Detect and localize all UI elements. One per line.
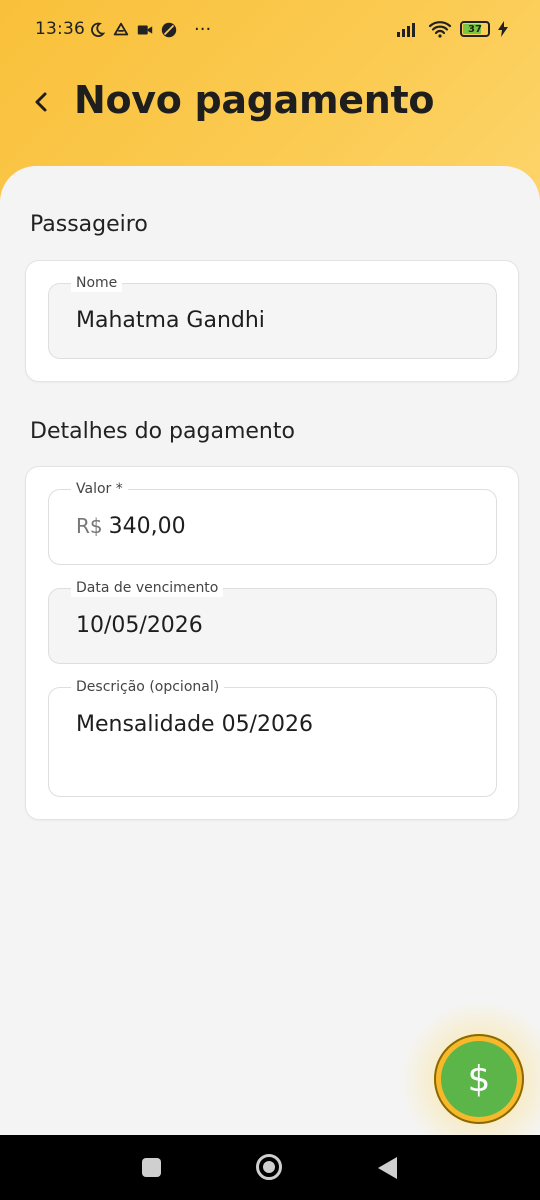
description-field[interactable]: Descrição (opcional) Mensalidade 05/2026 <box>48 678 497 797</box>
pay-button[interactable]: $ <box>434 1034 524 1124</box>
due-date-label: Data de vencimento <box>71 579 224 597</box>
name-label: Nome <box>71 274 123 292</box>
payment-card: Valor * R$ 340,00 Data de vencimento 10/0… <box>25 466 519 820</box>
signal-icon <box>397 23 415 37</box>
description-label: Descrição (opcional) <box>71 678 225 696</box>
chevron-left-icon <box>35 92 47 112</box>
charging-icon <box>498 21 508 37</box>
back-button[interactable] <box>26 86 58 118</box>
dollar-icon: $ <box>441 1041 517 1117</box>
status-bar: 13:36 ··· 37 <box>0 0 540 60</box>
video-icon <box>137 25 153 34</box>
description-value: Mensalidade 05/2026 <box>76 712 313 737</box>
battery-icon: 37 <box>460 21 490 37</box>
currency-prefix: R$ <box>76 514 103 538</box>
wifi-icon <box>428 21 452 38</box>
vpn-icon <box>161 22 177 37</box>
home-icon[interactable] <box>256 1154 282 1180</box>
due-date-field[interactable]: Data de vencimento 10/05/2026 <box>48 579 497 664</box>
payment-section-title: Detalhes do pagamento <box>30 419 295 444</box>
content-sheet: Passageiro Nome Mahatma Gandhi Detalhes … <box>0 166 540 1136</box>
passenger-card: Nome Mahatma Gandhi <box>25 260 519 382</box>
system-nav-bar <box>0 1135 540 1200</box>
passenger-section-title: Passageiro <box>30 212 148 237</box>
moon-icon <box>91 22 106 37</box>
due-date-value: 10/05/2026 <box>76 613 203 638</box>
amount-field[interactable]: Valor * R$ 340,00 <box>48 480 497 565</box>
page-title: Novo pagamento <box>74 78 435 122</box>
name-value: Mahatma Gandhi <box>76 308 265 333</box>
back-icon[interactable] <box>378 1157 397 1179</box>
amount-label: Valor * <box>71 480 128 498</box>
amount-value: 340,00 <box>108 514 186 539</box>
name-field[interactable]: Nome Mahatma Gandhi <box>48 274 497 359</box>
status-time: 13:36 <box>35 19 85 39</box>
more-notifications-icon: ··· <box>194 19 212 40</box>
drive-icon <box>113 22 129 35</box>
recents-icon[interactable] <box>142 1158 161 1177</box>
